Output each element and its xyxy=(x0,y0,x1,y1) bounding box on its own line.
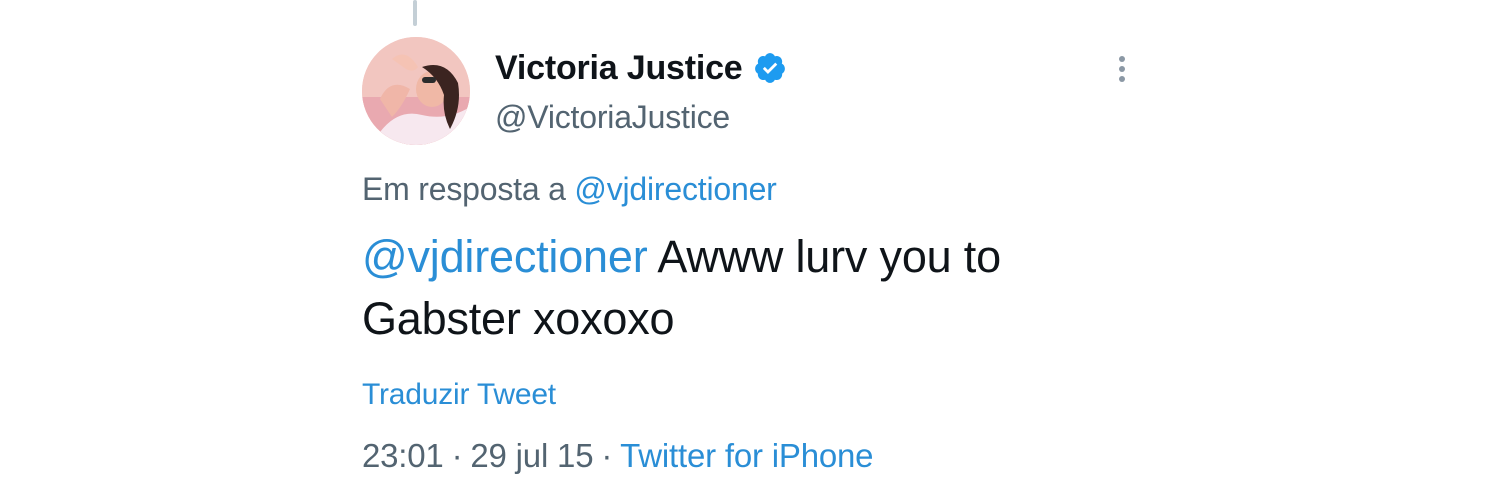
verified-badge-icon xyxy=(753,51,787,85)
reply-context-mention-link[interactable]: @vjdirectioner xyxy=(574,171,776,207)
tweet-date: 29 jul 15 xyxy=(470,437,594,474)
tweet-source-link[interactable]: Twitter for iPhone xyxy=(620,437,873,474)
tweet-time: 23:01 xyxy=(362,437,444,474)
tweet-text: @vjdirectioner Awww lurv you to Gabster … xyxy=(362,226,1122,350)
translate-tweet-link[interactable]: Traduzir Tweet xyxy=(362,378,556,412)
tweet-metadata: 23:01 · 29 jul 15 · Twitter for iPhone xyxy=(362,437,874,475)
avatar[interactable] xyxy=(362,37,470,145)
reply-context-prefix: Em resposta a xyxy=(362,171,566,207)
author-handle[interactable]: @VictoriaJustice xyxy=(495,99,730,136)
tweet-mention-link[interactable]: @vjdirectioner xyxy=(362,231,648,282)
reply-context: Em resposta a @vjdirectioner xyxy=(362,171,777,208)
author-display-name[interactable]: Victoria Justice xyxy=(495,49,743,88)
meta-separator: · xyxy=(601,437,613,474)
more-dot xyxy=(1119,66,1125,72)
meta-separator: · xyxy=(451,437,463,474)
more-dot xyxy=(1119,56,1125,62)
thread-connector-line xyxy=(413,0,417,26)
author-name-row: Victoria Justice xyxy=(495,46,787,90)
more-options-icon[interactable] xyxy=(1108,52,1136,86)
more-dot xyxy=(1119,76,1125,82)
